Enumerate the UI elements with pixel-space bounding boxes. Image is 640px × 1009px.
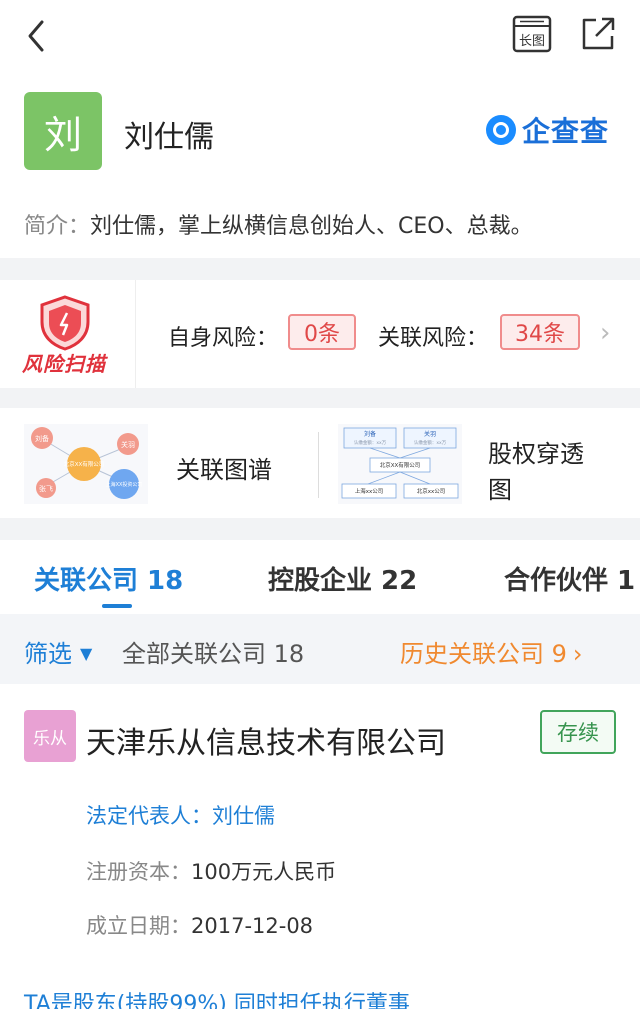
- self-risk-label: 自身风险：: [168, 326, 279, 351]
- filter-button[interactable]: 筛选 ▼: [24, 634, 92, 669]
- relation-node: 关羽: [121, 440, 135, 449]
- long-image-button[interactable]: 长图: [510, 14, 554, 54]
- history-related-link[interactable]: 历史关联公司 9 ›: [400, 634, 583, 669]
- tab-partners[interactable]: 合作伙伴 1: [504, 560, 635, 597]
- section-divider: [0, 258, 640, 280]
- caret-down-icon: ▼: [80, 644, 93, 663]
- chevron-left-icon: [28, 20, 44, 52]
- intro-text: 刘仕儒，掌上纵横信息创始人、CEO、总裁。: [90, 214, 533, 239]
- equity-amount: 认缴金额：xx万: [414, 439, 447, 446]
- filter-bar: 筛选 ▼ 全部关联公司 18 历史关联公司 9 ›: [0, 614, 640, 684]
- established-date-value: 2017-12-08: [191, 914, 314, 938]
- status-badge: 存续: [540, 710, 616, 754]
- brand-logo-icon: [486, 115, 516, 145]
- share-icon: [582, 17, 615, 50]
- established-date-label: 成立日期：: [86, 914, 191, 938]
- risk-scan-label: 风险扫描: [22, 352, 106, 376]
- chevron-right-icon[interactable]: ›: [600, 318, 610, 348]
- chevron-right-icon: ›: [572, 640, 583, 668]
- tab-holding-companies[interactable]: 控股企业 22: [268, 560, 417, 597]
- registered-capital: 注册资本：100万元人民币: [86, 856, 336, 886]
- equity-graph-label-line2: 图: [488, 476, 512, 504]
- long-image-label: 长图: [519, 34, 545, 49]
- brand-name: 企查查: [522, 115, 610, 148]
- equity-node: 上海xx公司: [355, 487, 384, 495]
- active-tab-indicator: [102, 604, 132, 608]
- brand: 企查查: [486, 110, 609, 150]
- relation-node: 北京XX有限公司: [64, 460, 105, 468]
- company-logo: 乐从: [24, 710, 76, 762]
- tab-bar: 关联公司 18 控股企业 22 合作伙伴 1: [0, 540, 640, 612]
- relation-graph-thumbnail: 刘备 关羽 北京XX有限公司 张飞 上海XX投资公司: [24, 424, 148, 504]
- back-button[interactable]: [20, 16, 56, 56]
- intro-label: 简介：: [24, 214, 91, 239]
- risk-scan[interactable]: 风险扫描: [0, 280, 136, 388]
- equity-node: 北京xx公司: [417, 487, 446, 495]
- section-divider: [0, 518, 640, 540]
- history-related-label: 历史关联公司 9: [400, 640, 567, 668]
- equity-node: 关羽: [424, 430, 436, 438]
- section-divider: [0, 388, 640, 408]
- company-name[interactable]: 天津乐从信息技术有限公司: [86, 718, 446, 762]
- shareholder-relation: TA是股东(持股99%) 同时担任执行董事: [24, 992, 410, 1009]
- related-risk-count[interactable]: 34条: [500, 314, 580, 350]
- graph-separator: [318, 432, 319, 498]
- long-image-icon: 长图: [512, 15, 552, 53]
- graph-panel: 刘备 关羽 北京XX有限公司 张飞 上海XX投资公司 关联图谱 刘备 认缴金额：…: [0, 408, 640, 518]
- intro: 简介：刘仕儒，掌上纵横信息创始人、CEO、总裁。: [24, 208, 533, 240]
- filter-button-label: 筛选: [24, 640, 72, 668]
- relation-node: 张飞: [39, 484, 53, 493]
- equity-graph-thumbnail: 刘备 认缴金额：xx万 关羽 认缴金额：xx万 北京XX有限公司 上海xx公司 …: [338, 424, 462, 504]
- equity-node: 北京XX有限公司: [380, 461, 421, 469]
- tab-related-companies[interactable]: 关联公司 18: [34, 560, 183, 597]
- equity-node: 刘备: [364, 430, 376, 438]
- registered-capital-label: 注册资本：: [86, 860, 191, 884]
- risk-scan-panel[interactable]: 风险扫描 自身风险： 0条 关联风险： 34条 ›: [0, 280, 640, 388]
- shield-icon: [40, 295, 90, 351]
- top-bar: 长图: [0, 0, 640, 72]
- all-related-count: 全部关联公司 18: [122, 640, 305, 668]
- relation-node: 上海XX投资公司: [106, 481, 143, 488]
- equity-graph-label: 股权穿透: [488, 440, 584, 468]
- established-date: 成立日期：2017-12-08: [86, 910, 313, 940]
- self-risk-count[interactable]: 0条: [288, 314, 356, 350]
- equity-amount: 认缴金额：xx万: [354, 439, 387, 446]
- legal-representative[interactable]: 法定代表人：刘仕儒: [86, 800, 275, 830]
- relation-graph-label: 关联图谱: [176, 456, 272, 484]
- relation-node: 刘备: [35, 434, 49, 443]
- share-button[interactable]: [578, 14, 618, 54]
- registered-capital-value: 100万元人民币: [191, 860, 337, 884]
- person-name: 刘仕儒: [124, 120, 214, 155]
- avatar: 刘: [24, 92, 102, 170]
- related-risk-label: 关联风险：: [378, 326, 489, 351]
